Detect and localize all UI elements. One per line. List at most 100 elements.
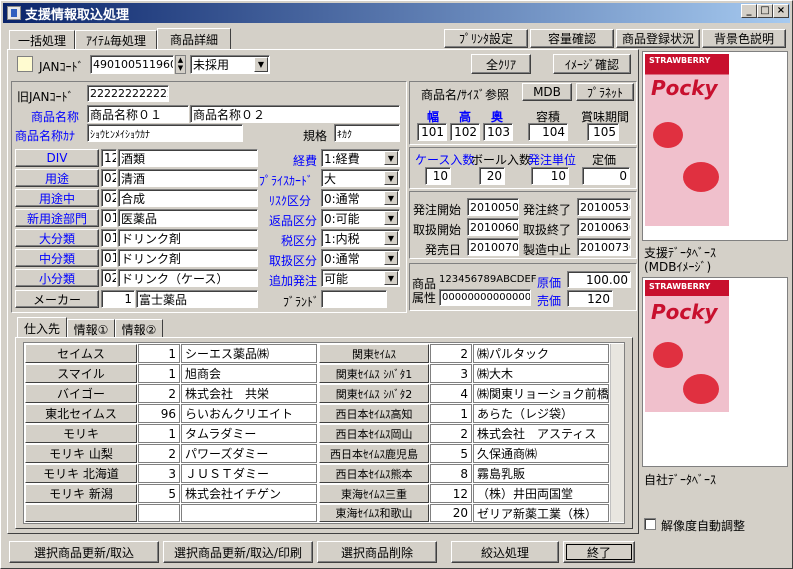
product-name-2-input[interactable]: 商品名称０２ — [190, 105, 400, 123]
supplier-store[interactable] — [25, 504, 137, 522]
expiry-input[interactable]: 105 — [587, 123, 619, 141]
class-large-button[interactable]: 大分類 — [15, 229, 99, 247]
supplier-no[interactable]: 3 — [138, 464, 180, 483]
subtab-info2[interactable]: 情報② — [115, 319, 163, 338]
product-name-1-input[interactable]: 商品名称０１ — [87, 105, 189, 123]
supplier-store[interactable]: モリキ — [25, 424, 137, 443]
return-select[interactable]: 0:可能 ▼ — [321, 209, 400, 227]
class-code[interactable]: 02 — [101, 169, 117, 187]
cost-input[interactable]: 100.00 — [567, 271, 631, 288]
sell-input[interactable]: 120 — [567, 290, 613, 307]
subtab-suppliers[interactable]: 仕入先 — [17, 317, 67, 338]
class-div-button[interactable]: DIV — [15, 149, 99, 167]
jan-checkbox[interactable] — [17, 56, 33, 72]
class-code[interactable]: 01 — [101, 209, 117, 227]
maximize-icon[interactable]: □ — [757, 4, 773, 18]
release-date-input[interactable]: 20100701 — [467, 238, 519, 256]
supplier-store[interactable]: 東海ｾｲﾑｽ和歌山 — [319, 504, 429, 522]
status-select[interactable]: 未採用 ▼ — [190, 55, 270, 74]
exit-button[interactable]: 終了 — [563, 541, 635, 563]
spec-input[interactable]: ｷｶｸ — [334, 124, 400, 142]
planet-button[interactable]: ﾌﾟﾗﾈｯﾄ — [576, 83, 634, 101]
supplier-no[interactable] — [138, 504, 180, 522]
old-jan-input[interactable]: 2222222222222 — [87, 85, 169, 102]
handling-end-input[interactable]: 20100630 — [577, 218, 631, 236]
update-import-button[interactable]: 選択商品更新/取込 — [9, 541, 159, 563]
supplier-store[interactable]: 関東ｾｲﾑｽ ｼﾊﾞﾀ1 — [319, 364, 429, 383]
close-icon[interactable]: × — [773, 4, 789, 18]
tax-select[interactable]: 1:内税 ▼ — [321, 229, 400, 247]
ball-qty-input[interactable]: 20 — [479, 167, 505, 185]
supplier-no[interactable]: 2 — [430, 344, 472, 363]
supplier-no[interactable]: 5 — [138, 484, 180, 503]
case-qty-input[interactable]: 10 — [425, 167, 451, 185]
registration-status-button[interactable]: 商品登録状況 — [616, 29, 700, 48]
supplier-no[interactable]: 8 — [430, 464, 472, 483]
list-price-input[interactable]: 0 — [582, 167, 630, 185]
order-end-input[interactable]: 20100530 — [577, 198, 631, 216]
supplier-no[interactable]: 12 — [430, 484, 472, 503]
height-input[interactable]: 102 — [450, 123, 480, 141]
supplier-no[interactable]: 3 — [430, 364, 472, 383]
mdb-button[interactable]: MDB — [522, 83, 572, 101]
jan-spinner-icon[interactable]: ▲ ▼ — [175, 55, 186, 74]
order-start-input[interactable]: 20100501 — [467, 198, 519, 216]
handling-select[interactable]: 0:通常 ▼ — [321, 249, 400, 267]
supplier-store[interactable]: 東海ｾｲﾑｽ三重 — [319, 484, 429, 503]
supplier-store[interactable]: 西日本ｾｲﾑｽ岡山 — [319, 424, 429, 443]
handling-start-input[interactable]: 20100601 — [467, 218, 519, 236]
order-unit-input[interactable]: 10 — [531, 167, 569, 185]
tab-bulk[interactable]: 一括処理 — [9, 30, 75, 50]
expense-select[interactable]: 1:経費 ▼ — [321, 149, 400, 167]
filter-button[interactable]: 絞込処理 — [451, 541, 559, 563]
supplier-store[interactable]: 東北セイムス — [25, 404, 137, 423]
supplier-store[interactable]: 西日本ｾｲﾑｽ熊本 — [319, 464, 429, 483]
class-small-button[interactable]: 小分類 — [15, 269, 99, 287]
printer-settings-button[interactable]: ﾌﾟﾘﾝﾀ設定 — [444, 29, 528, 48]
width-input[interactable]: 101 — [417, 123, 447, 141]
maker-button[interactable]: メーカー — [15, 290, 99, 308]
attr-input[interactable]: 000000000000000 — [439, 289, 531, 306]
jan-input[interactable]: 4901005119604 — [90, 55, 174, 74]
maker-code[interactable]: 1 — [101, 290, 135, 308]
supplier-store[interactable]: 西日本ｾｲﾑｽ高知 — [319, 404, 429, 423]
supplier-store[interactable]: セイムス — [25, 344, 137, 363]
supplier-store[interactable]: 西日本ｾｲﾑｽ鹿児島 — [319, 444, 429, 463]
supplier-store[interactable]: 関東ｾｲﾑｽ — [319, 344, 429, 363]
brand-input[interactable] — [321, 290, 387, 308]
class-newdept-button[interactable]: 新用途部門 — [15, 209, 99, 227]
depth-input[interactable]: 103 — [483, 123, 513, 141]
class-code[interactable]: 12 — [101, 149, 117, 167]
capacity-input[interactable]: 104 — [528, 123, 568, 141]
auto-adjust-checkbox[interactable] — [644, 518, 656, 530]
supplier-no[interactable]: 2 — [138, 384, 180, 403]
class-mid-button[interactable]: 中分類 — [15, 249, 99, 267]
supplier-no[interactable]: 4 — [430, 384, 472, 403]
class-code[interactable]: 01 — [101, 229, 117, 247]
tab-item[interactable]: ｱｲﾃﾑ毎処理 — [75, 30, 157, 50]
supplier-no[interactable]: 1 — [138, 344, 180, 363]
class-code[interactable]: 01 — [101, 249, 117, 267]
supplier-scrollbar[interactable] — [610, 344, 624, 522]
supplier-store[interactable]: バイゴー — [25, 384, 137, 403]
supplier-store[interactable]: 関東ｾｲﾑｽ ｼﾊﾞﾀ2 — [319, 384, 429, 403]
supplier-store[interactable]: モリキ 山梨 — [25, 444, 137, 463]
supplier-no[interactable]: 5 — [430, 444, 472, 463]
supplier-no[interactable]: 20 — [430, 504, 472, 522]
tab-detail[interactable]: 商品詳細 — [157, 28, 231, 50]
supplier-no[interactable]: 96 — [138, 404, 180, 423]
bg-color-legend-button[interactable]: 背景色説明 — [702, 29, 786, 48]
all-clear-button[interactable]: 全ｸﾘｱ — [471, 54, 531, 74]
discontinued-input[interactable]: 20100730 — [577, 238, 631, 256]
risk-select[interactable]: 0:通常 ▼ — [321, 189, 400, 207]
class-usemid-button[interactable]: 用途中 — [15, 189, 99, 207]
class-code[interactable]: 02 — [101, 189, 117, 207]
minimize-icon[interactable]: _ — [741, 4, 757, 18]
image-confirm-button[interactable]: ｲﾒｰｼﾞ確認 — [553, 54, 631, 74]
class-use-button[interactable]: 用途 — [15, 169, 99, 187]
supplier-no[interactable]: 1 — [430, 404, 472, 423]
supplier-no[interactable]: 2 — [138, 444, 180, 463]
update-import-print-button[interactable]: 選択商品更新/取込/印刷 — [163, 541, 313, 563]
additional-order-select[interactable]: 可能 ▼ — [321, 269, 400, 287]
delete-selected-button[interactable]: 選択商品削除 — [317, 541, 437, 563]
